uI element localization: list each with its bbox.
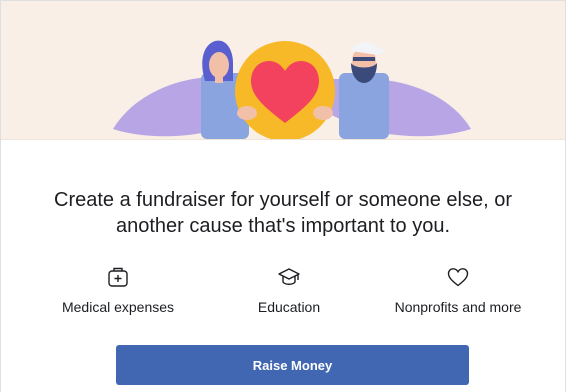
raise-money-button[interactable]: Raise Money — [116, 345, 469, 385]
people-holding-heart-illustration — [113, 40, 471, 139]
heart-outline-icon — [358, 265, 558, 289]
hero-illustration — [1, 1, 565, 140]
feature-nonprofits: Nonprofits and more — [358, 265, 558, 315]
headline: Create a fundraiser for yourself or some… — [54, 189, 512, 237]
feature-list: Medical expenses Education Nonprofits an… — [1, 265, 565, 325]
feature-label: Medical expenses — [61, 299, 175, 315]
feature-label: Nonprofits and more — [394, 299, 522, 315]
fundraiser-card: Create a fundraiser for yourself or some… — [0, 0, 566, 392]
feature-medical: Medical expenses — [18, 265, 218, 315]
medical-kit-icon — [18, 265, 218, 289]
